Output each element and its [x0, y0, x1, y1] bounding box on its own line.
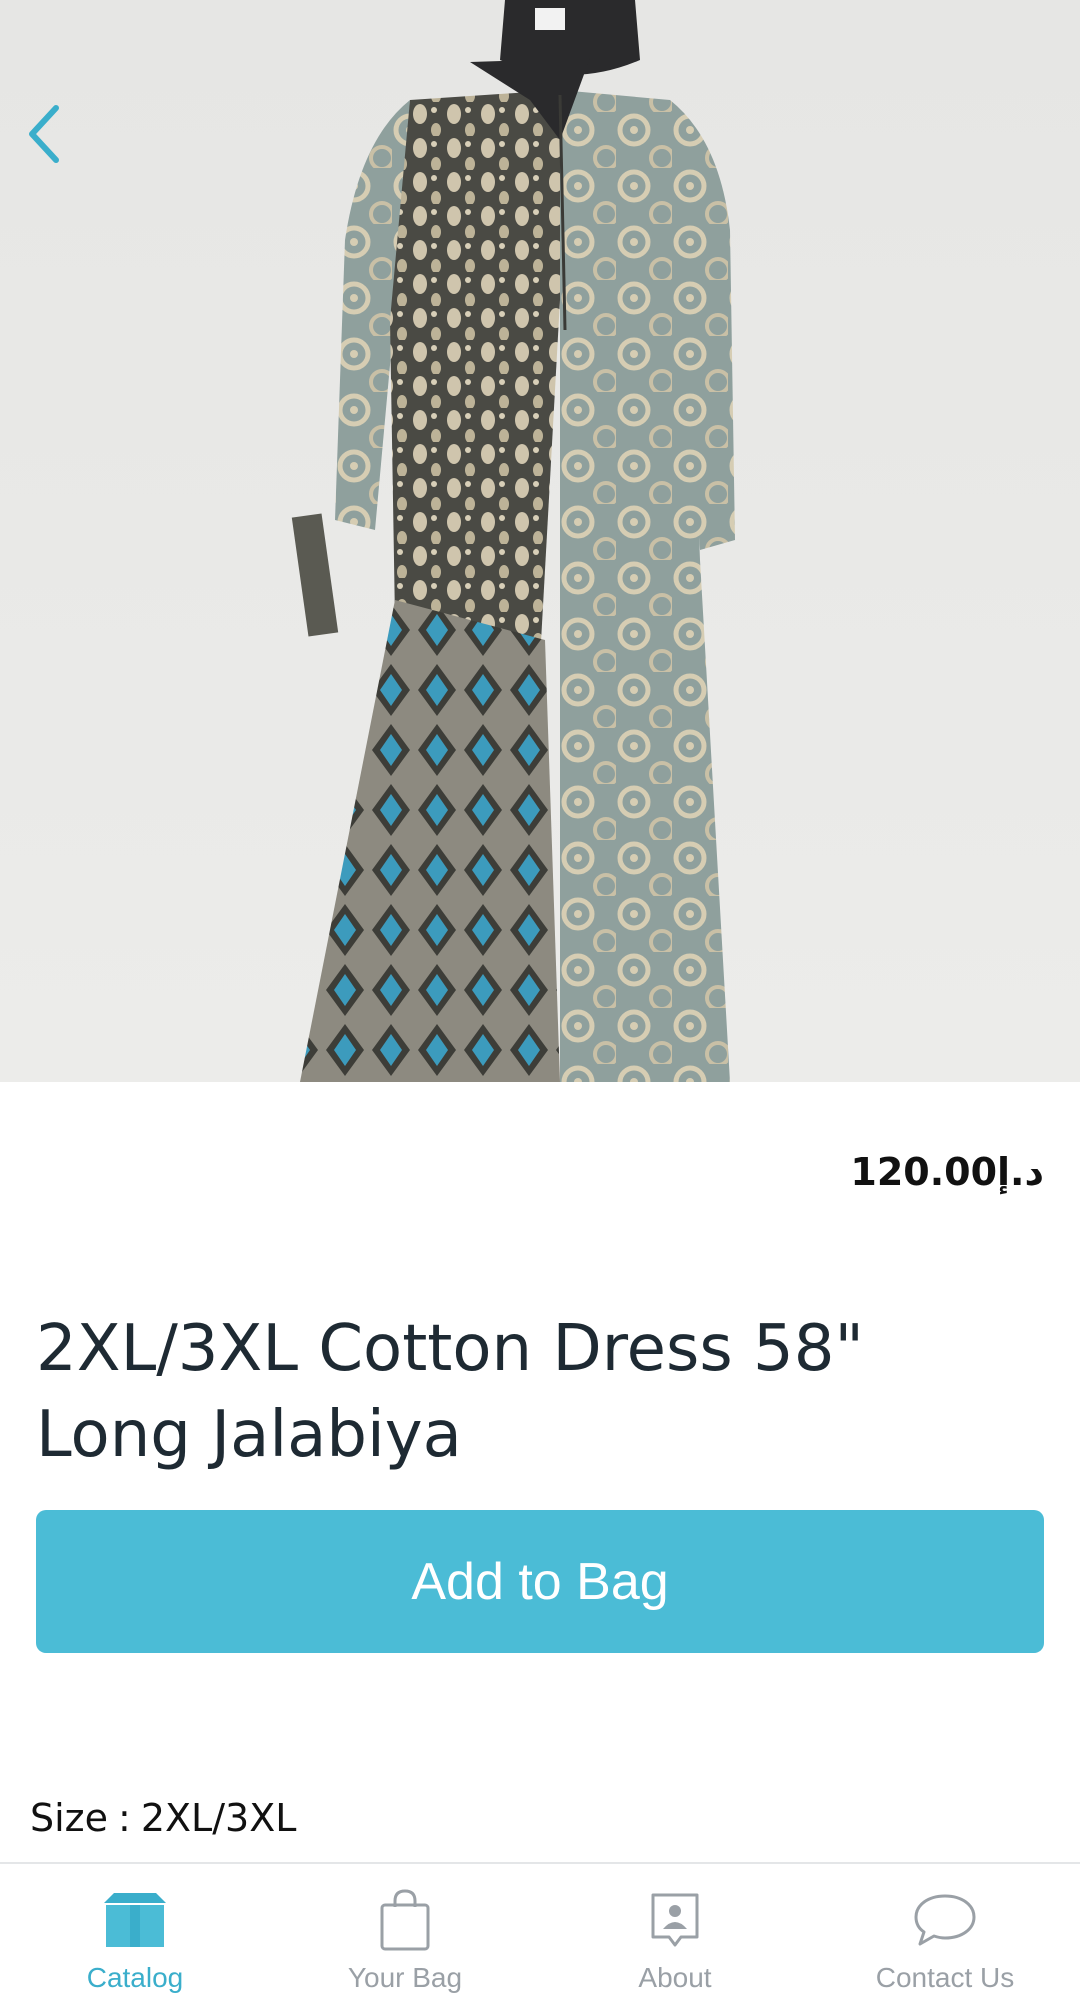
- product-title: 2XL/3XL Cotton Dress 58" Long Jalabiya: [36, 1312, 864, 1472]
- tab-your-bag[interactable]: Your Bag: [270, 1864, 540, 2007]
- size-label: Size: [30, 1796, 109, 1840]
- tab-your-bag-label: Your Bag: [347, 1962, 463, 1993]
- add-to-bag-button[interactable]: Add to Bag: [36, 1510, 1044, 1653]
- shopping-bag-icon: [380, 1889, 430, 1951]
- chevron-left-icon: [29, 105, 59, 163]
- box-icon: [104, 1893, 166, 1947]
- bottom-tab-bar: Catalog Your Bag About Contact Us: [0, 1862, 1080, 2007]
- tab-contact-us-label: Contact Us: [875, 1962, 1015, 1993]
- tab-about[interactable]: About: [540, 1864, 810, 2007]
- tab-contact-us[interactable]: Contact Us: [810, 1864, 1080, 2007]
- tab-catalog-label: Catalog: [86, 1962, 184, 1993]
- size-value: 2XL/3XL: [140, 1796, 297, 1840]
- product-detail-page: د.إ120.00 2XL/3XL Cotton Dress 58" Long …: [0, 0, 1080, 2007]
- tab-about-label: About: [638, 1962, 712, 1993]
- size-info: Size:2XL/3XL: [30, 1796, 296, 1840]
- chat-bubble-icon: [914, 1894, 976, 1946]
- tab-catalog[interactable]: Catalog: [0, 1864, 270, 2007]
- size-separator: :: [118, 1796, 131, 1840]
- product-price: د.إ120.00: [850, 1150, 1044, 1194]
- contact-card-icon: [651, 1893, 699, 1947]
- back-button[interactable]: [14, 96, 84, 172]
- product-image: [0, 0, 1080, 1082]
